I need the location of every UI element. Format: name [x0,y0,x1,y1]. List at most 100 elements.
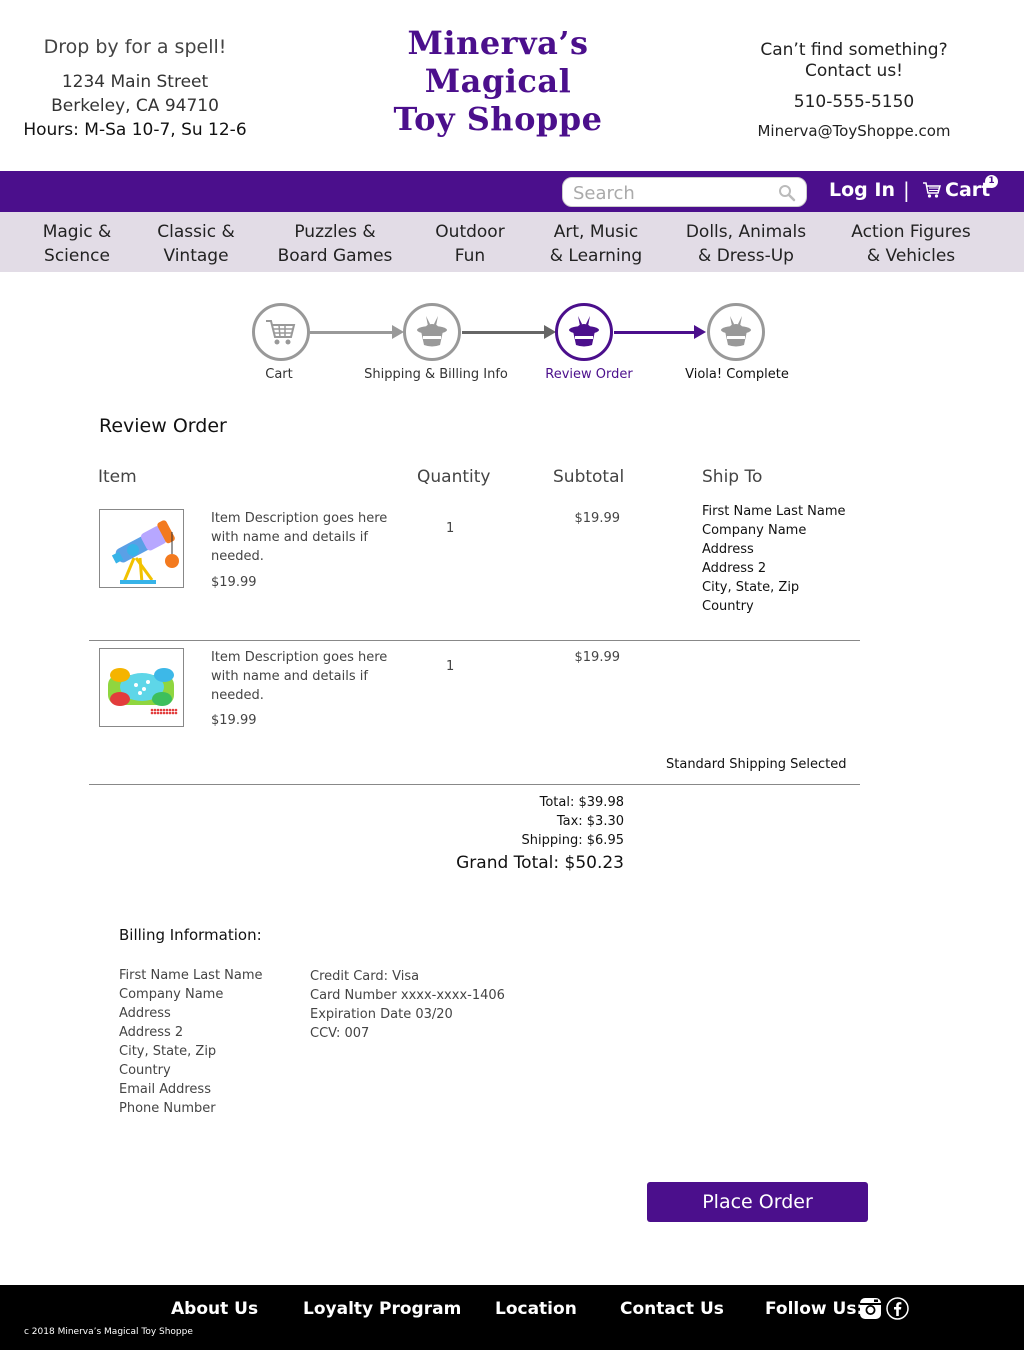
billing-email: Email Address [119,1082,211,1097]
shipping-method: Standard Shipping Selected [666,757,847,772]
page-title: Review Order [99,415,227,437]
billing-title: Billing Information: [119,926,262,944]
order-grand-total: Grand Total: $50.23 [456,853,624,873]
category-magic-science[interactable]: Magic & Science [27,220,127,268]
facebook-icon[interactable] [886,1297,909,1320]
billing-address: First Name Last Name Company Name Addres… [119,966,263,1118]
ship-to-address-line2: Address 2 [702,561,767,576]
row-divider [89,784,860,785]
billing-country: Country [119,1063,171,1078]
category-outdoor-fun[interactable]: Outdoor Fun [420,220,520,268]
column-header-item: Item [98,467,137,487]
footer-link-loyalty[interactable]: Loyalty Program [303,1299,461,1319]
category-label-line2: Vintage [163,246,229,266]
category-action-figures-vehicles[interactable]: Action Figures & Vehicles [838,220,984,268]
category-puzzles-board-games[interactable]: Puzzles & Board Games [270,220,400,268]
nav-separator: | [903,178,910,202]
cart-count-badge: 1 [985,175,998,188]
category-label-line2: & Vehicles [866,246,956,266]
product-image-board-game[interactable] [99,648,184,727]
logo-line2: Magical [424,62,572,100]
step-label-complete: Viola! Complete [685,367,789,382]
column-header-ship-to: Ship To [702,467,763,487]
search-icon[interactable] [778,184,796,202]
instagram-icon[interactable] [859,1297,882,1320]
footer-link-contact[interactable]: Contact Us [620,1299,724,1319]
footer-follow-label: Follow Us: [765,1299,864,1319]
category-label-line2: Board Games [277,246,393,266]
contact-prompt-line2: Contact us! [805,61,903,81]
login-link[interactable]: Log In [829,179,895,201]
billing-name: First Name Last Name [119,968,263,983]
ship-to-city-state-zip: City, State, Zip [702,580,800,595]
billing-city-state-zip: City, State, Zip [119,1044,217,1059]
cart-link[interactable]: Cart [922,179,990,201]
item-description-line3: needed. [211,688,264,703]
search-input[interactable] [573,180,773,206]
item-description-line1: Item Description goes here [211,650,388,665]
store-address-line1: 1234 Main Street [61,72,209,92]
place-order-button[interactable]: Place Order [647,1182,868,1222]
magic-hat-icon [417,316,447,347]
store-info: Drop by for a spell! 1234 Main Street Be… [0,36,270,142]
billing-address-line2: Address 2 [119,1025,184,1040]
category-label-line1: Action Figures [851,222,971,242]
ship-to-name: First Name Last Name [702,504,846,519]
footer-link-location[interactable]: Location [495,1299,577,1319]
contact-prompt-line1: Can’t find something? [760,40,948,60]
site-logo[interactable]: Minerva’s Magical Toy Shoppe [388,24,608,138]
step-label-cart: Cart [265,367,293,382]
category-classic-vintage[interactable]: Classic & Vintage [146,220,246,268]
search-box[interactable] [562,177,807,207]
item-description-line3: needed. [211,549,264,564]
store-tagline: Drop by for a spell! [43,36,227,58]
cart-label: Cart [945,179,991,201]
step-complete[interactable] [707,303,765,361]
category-art-music-learning[interactable]: Art, Music & Learning [541,220,651,268]
item-quantity: 1 [446,659,455,674]
category-dolls-animals-dressup[interactable]: Dolls, Animals & Dress-Up [676,220,816,268]
item-price: $19.99 [211,575,257,590]
logo-line1: Minerva’s [407,24,589,62]
item-description: Item Description goes here with name and… [211,509,401,566]
billing-address-line1: Address [119,1006,171,1021]
billing-company: Company Name [119,987,224,1002]
step-shipping-billing[interactable] [403,303,461,361]
contact-email[interactable]: Minerva@ToyShoppe.com [730,122,978,140]
shopping-cart-icon [266,320,296,345]
column-header-quantity: Quantity [417,467,491,487]
card-type: Credit Card: Visa [310,969,420,984]
ship-to-country: Country [702,599,754,614]
ship-to-address-line1: Address [702,542,754,557]
category-label-line2: Science [44,246,110,266]
category-label-line1: Dolls, Animals [685,222,807,242]
contact-phone[interactable]: 510-555-5150 [730,92,978,112]
row-divider [89,640,860,641]
logo-line3: Toy Shoppe [393,100,603,138]
item-subtotal: $19.99 [574,650,621,665]
progress-arrow [310,331,394,334]
item-description: Item Description goes here with name and… [211,648,401,705]
card-expiration: Expiration Date 03/20 [310,1007,453,1022]
step-cart[interactable] [252,303,310,361]
item-description-line2: with name and details if [211,669,368,684]
progress-arrow [614,331,696,334]
checkout-progress: Cart Shipping & Billing Info Review Orde… [0,300,1024,390]
category-label-line1: Outdoor [435,222,505,242]
step-label-review-order: Review Order [545,367,633,382]
copyright: c 2018 Minerva’s Magical Toy Shoppe [24,1327,193,1337]
product-image-telescope[interactable] [99,509,184,588]
category-label-line2: & Dress-Up [698,246,794,266]
ship-to-address: First Name Last Name Company Name Addres… [702,502,846,616]
column-header-subtotal: Subtotal [553,467,625,487]
category-label-line2: Fun [454,246,486,266]
store-address-line2: Berkeley, CA 94710 [51,96,219,116]
step-review-order[interactable] [555,303,613,361]
category-label-line1: Magic & [42,222,112,242]
step-label-shipping-billing: Shipping & Billing Info [364,367,508,382]
footer-link-about[interactable]: About Us [171,1299,258,1319]
card-number: Card Number xxxx-xxxx-1406 [310,988,505,1003]
category-label-line1: Puzzles & [294,222,376,242]
category-label-line1: Art, Music [553,222,639,242]
site-header: Drop by for a spell! 1234 Main Street Be… [0,0,1024,171]
